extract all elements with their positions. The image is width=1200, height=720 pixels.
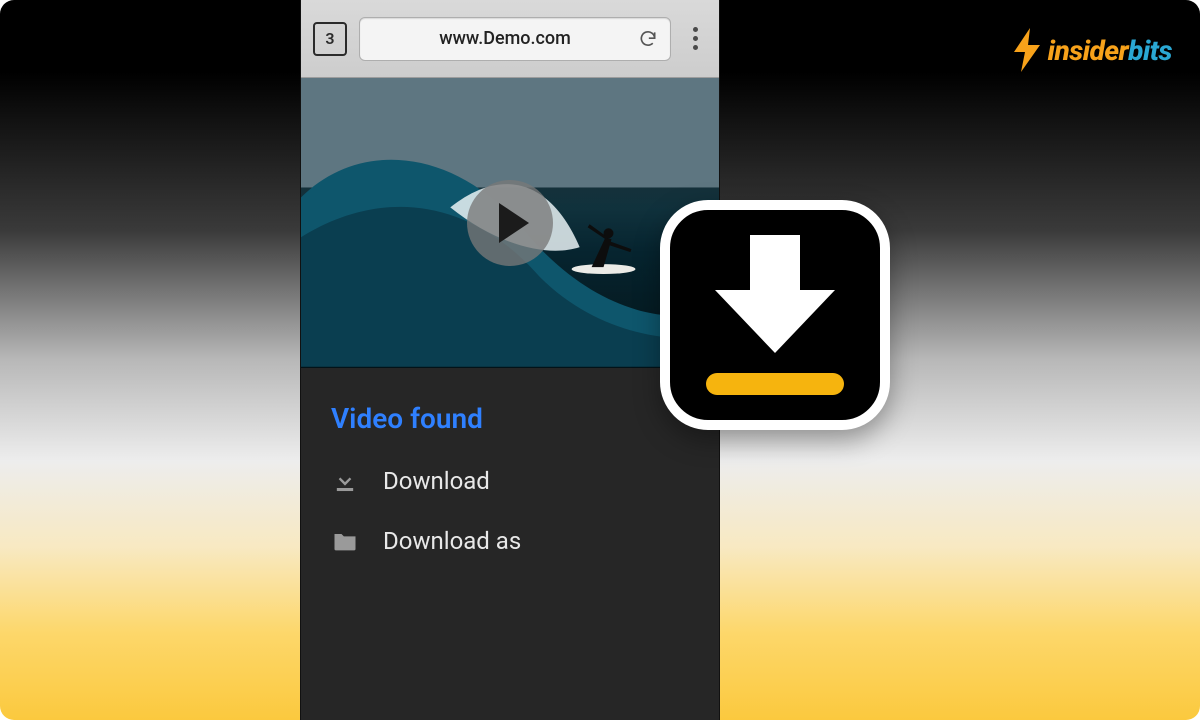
- download-icon: [331, 467, 359, 495]
- bolt-icon: [1012, 28, 1042, 72]
- download-as-label: Download as: [383, 527, 521, 555]
- tab-count-chip[interactable]: 3: [313, 22, 347, 56]
- play-button[interactable]: [467, 180, 553, 266]
- browser-toolbar: 3 www.Demo.com: [301, 0, 719, 78]
- app-icon: [660, 200, 890, 430]
- sheet-title: Video found: [331, 402, 689, 435]
- refresh-icon[interactable]: [638, 29, 658, 49]
- download-sheet: Video found Download Download as: [301, 368, 719, 720]
- download-arrow-icon: [715, 235, 835, 353]
- hero-stage: insiderbits 3 www.Demo.com: [0, 0, 1200, 720]
- url-text: www.Demo.com: [439, 28, 571, 49]
- download-label: Download: [383, 467, 490, 495]
- overflow-menu-icon[interactable]: [683, 27, 707, 50]
- brand-logo: insiderbits: [1012, 28, 1172, 72]
- accent-bar: [706, 373, 844, 395]
- folder-icon: [331, 527, 359, 555]
- brand-wordmark: insiderbits: [1048, 34, 1172, 67]
- video-thumbnail[interactable]: [301, 78, 719, 368]
- url-bar[interactable]: www.Demo.com: [359, 17, 671, 61]
- brand-word-part2: bits: [1128, 34, 1172, 67]
- tab-count-value: 3: [325, 29, 334, 48]
- phone-mock: 3 www.Demo.com: [300, 0, 720, 720]
- download-row[interactable]: Download: [331, 467, 689, 495]
- brand-word-part1: insider: [1048, 34, 1129, 67]
- download-as-row[interactable]: Download as: [331, 527, 689, 555]
- play-icon: [499, 203, 529, 243]
